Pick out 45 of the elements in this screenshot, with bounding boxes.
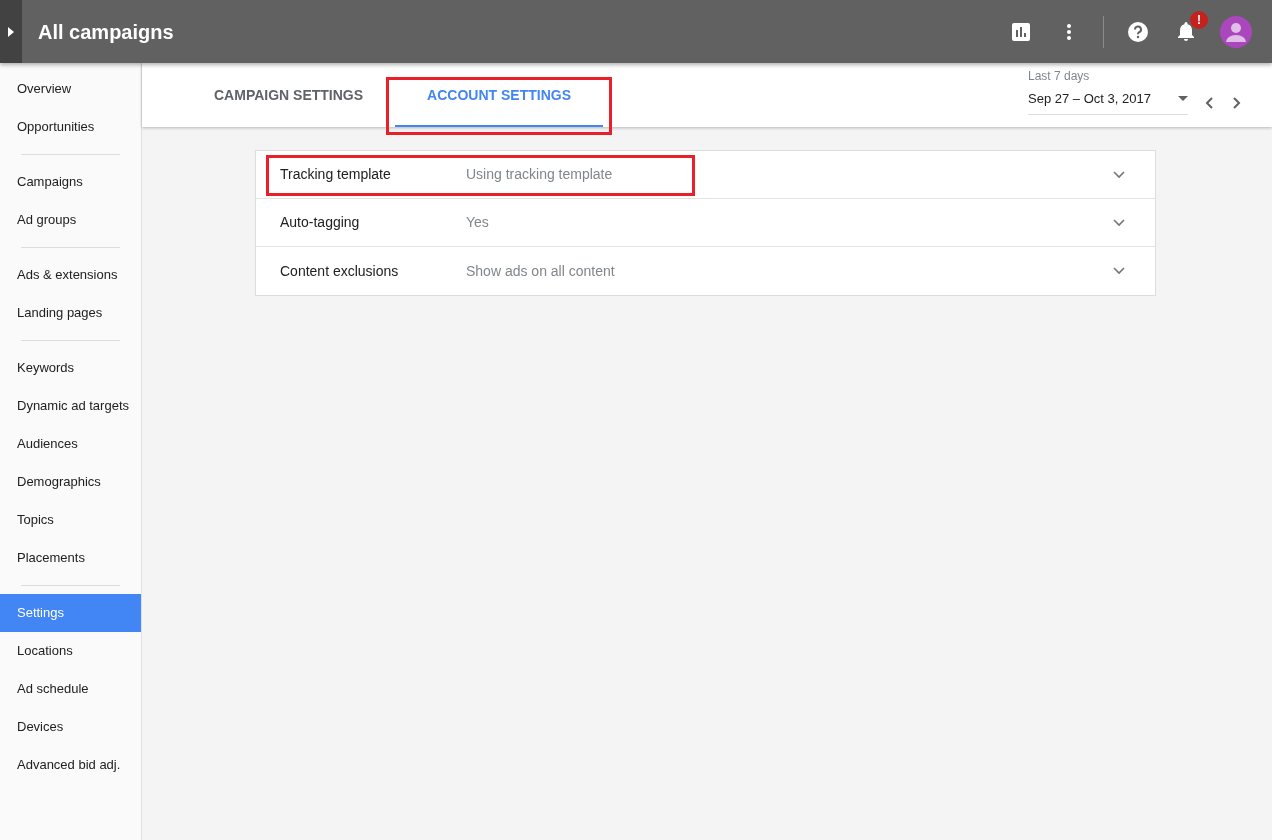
- sidebar-item[interactable]: Ad schedule: [0, 670, 141, 708]
- tab[interactable]: CAMPAIGN SETTINGS: [182, 63, 396, 127]
- sidebar-item[interactable]: Keywords: [0, 349, 141, 387]
- help-icon: [1127, 20, 1149, 43]
- sidebar-item[interactable]: Settings: [0, 594, 141, 632]
- sidebar-item[interactable]: Ad groups: [0, 201, 141, 239]
- settings-row[interactable]: Auto-tagging Yes: [256, 199, 1155, 247]
- setting-value: Show ads on all content: [466, 261, 615, 281]
- sidebar-item[interactable]: Landing pages: [0, 294, 141, 332]
- avatar-icon[interactable]: [1220, 15, 1252, 48]
- sidebar-item[interactable]: Devices: [0, 708, 141, 746]
- sidebar-item[interactable]: Opportunities: [0, 108, 141, 146]
- chevron-down-icon: [1113, 267, 1125, 275]
- sidebar-item[interactable]: Overview: [0, 70, 141, 108]
- page-title: All campaigns: [38, 19, 174, 45]
- date-range-picker[interactable]: Sep 27 – Oct 3, 2017: [1028, 84, 1188, 115]
- setting-value: Using tracking template: [466, 165, 613, 184]
- setting-name: Content exclusions: [280, 261, 400, 281]
- chevron-down-icon: [1113, 170, 1125, 179]
- settings-row[interactable]: Content exclusions Show ads on all content: [256, 247, 1155, 295]
- date-range-label: Last 7 days: [1028, 67, 1091, 85]
- sidebar-item[interactable]: Advanced bid adj.: [0, 746, 141, 784]
- more-icon: [1067, 23, 1071, 40]
- chevron-right-icon: [1233, 97, 1241, 109]
- expand-icon: [8, 26, 14, 37]
- tab[interactable]: ACCOUNT SETTINGS: [395, 65, 603, 127]
- bell-icon: [1177, 21, 1195, 42]
- sidebar-item[interactable]: Demographics: [0, 463, 141, 501]
- expand-button[interactable]: [0, 0, 22, 63]
- setting-name: Auto-tagging: [280, 213, 361, 232]
- dropdown-icon: [1178, 95, 1188, 101]
- settings-row[interactable]: Tracking template Using tracking template: [256, 151, 1155, 199]
- sidebar-item[interactable]: Ads & extensions: [0, 256, 141, 294]
- sidebar-item[interactable]: Locations: [0, 632, 141, 670]
- setting-name: Tracking template: [280, 165, 392, 184]
- sidebar-item[interactable]: Placements: [0, 539, 141, 577]
- sidebar-item[interactable]: Audiences: [0, 425, 141, 463]
- sidebar-item[interactable]: Dynamic ad targets: [0, 387, 141, 425]
- bar-chart-icon: [1012, 22, 1030, 41]
- chevron-down-icon: [1113, 218, 1125, 227]
- setting-value: Yes: [466, 213, 489, 232]
- sidebar-item[interactable]: Topics: [0, 501, 141, 539]
- sidebar-item[interactable]: Campaigns: [0, 163, 141, 201]
- notification-badge: !: [1190, 10, 1208, 29]
- chevron-left-icon: [1205, 97, 1213, 109]
